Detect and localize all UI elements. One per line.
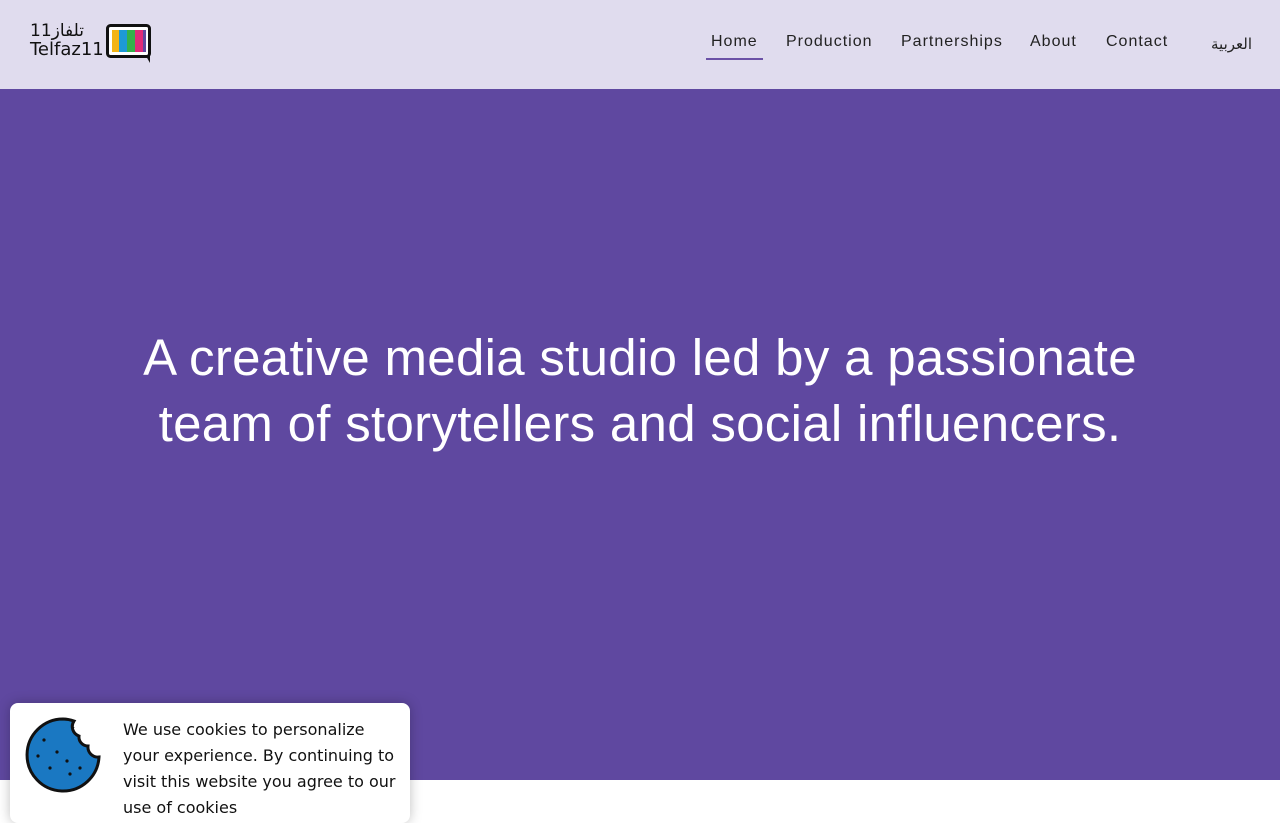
nav-production[interactable]: Production <box>786 33 873 51</box>
hero-tagline: A creative media studio led by a passion… <box>140 325 1140 457</box>
hero-line-2: team of storytellers and social influenc… <box>158 395 1122 452</box>
cookie-banner: We use cookies to personalize your exper… <box>10 703 410 823</box>
logo-latin-text: Telfaz11 <box>30 39 104 60</box>
tv-icon <box>106 24 151 63</box>
cookie-icon <box>25 717 101 793</box>
nav-about[interactable]: About <box>1030 33 1077 51</box>
hero-section: A creative media studio led by a passion… <box>0 89 1280 780</box>
cookie-message: We use cookies to personalize your exper… <box>123 720 396 817</box>
hero-line-1: A creative media studio led by a passion… <box>143 329 1137 386</box>
language-switch-arabic[interactable]: العربية <box>1211 35 1252 53</box>
logo-arabic-text: تلفاز11 <box>30 21 84 41</box>
nav-home[interactable]: Home <box>706 33 763 60</box>
nav-partnerships[interactable]: Partnerships <box>901 33 1003 51</box>
telfaz11-logo[interactable]: تلفاز11 Telfaz11 <box>30 21 152 64</box>
site-header: تلفاز11 Telfaz11 Home Production Partner… <box>0 0 1280 89</box>
nav-contact[interactable]: Contact <box>1106 33 1168 51</box>
